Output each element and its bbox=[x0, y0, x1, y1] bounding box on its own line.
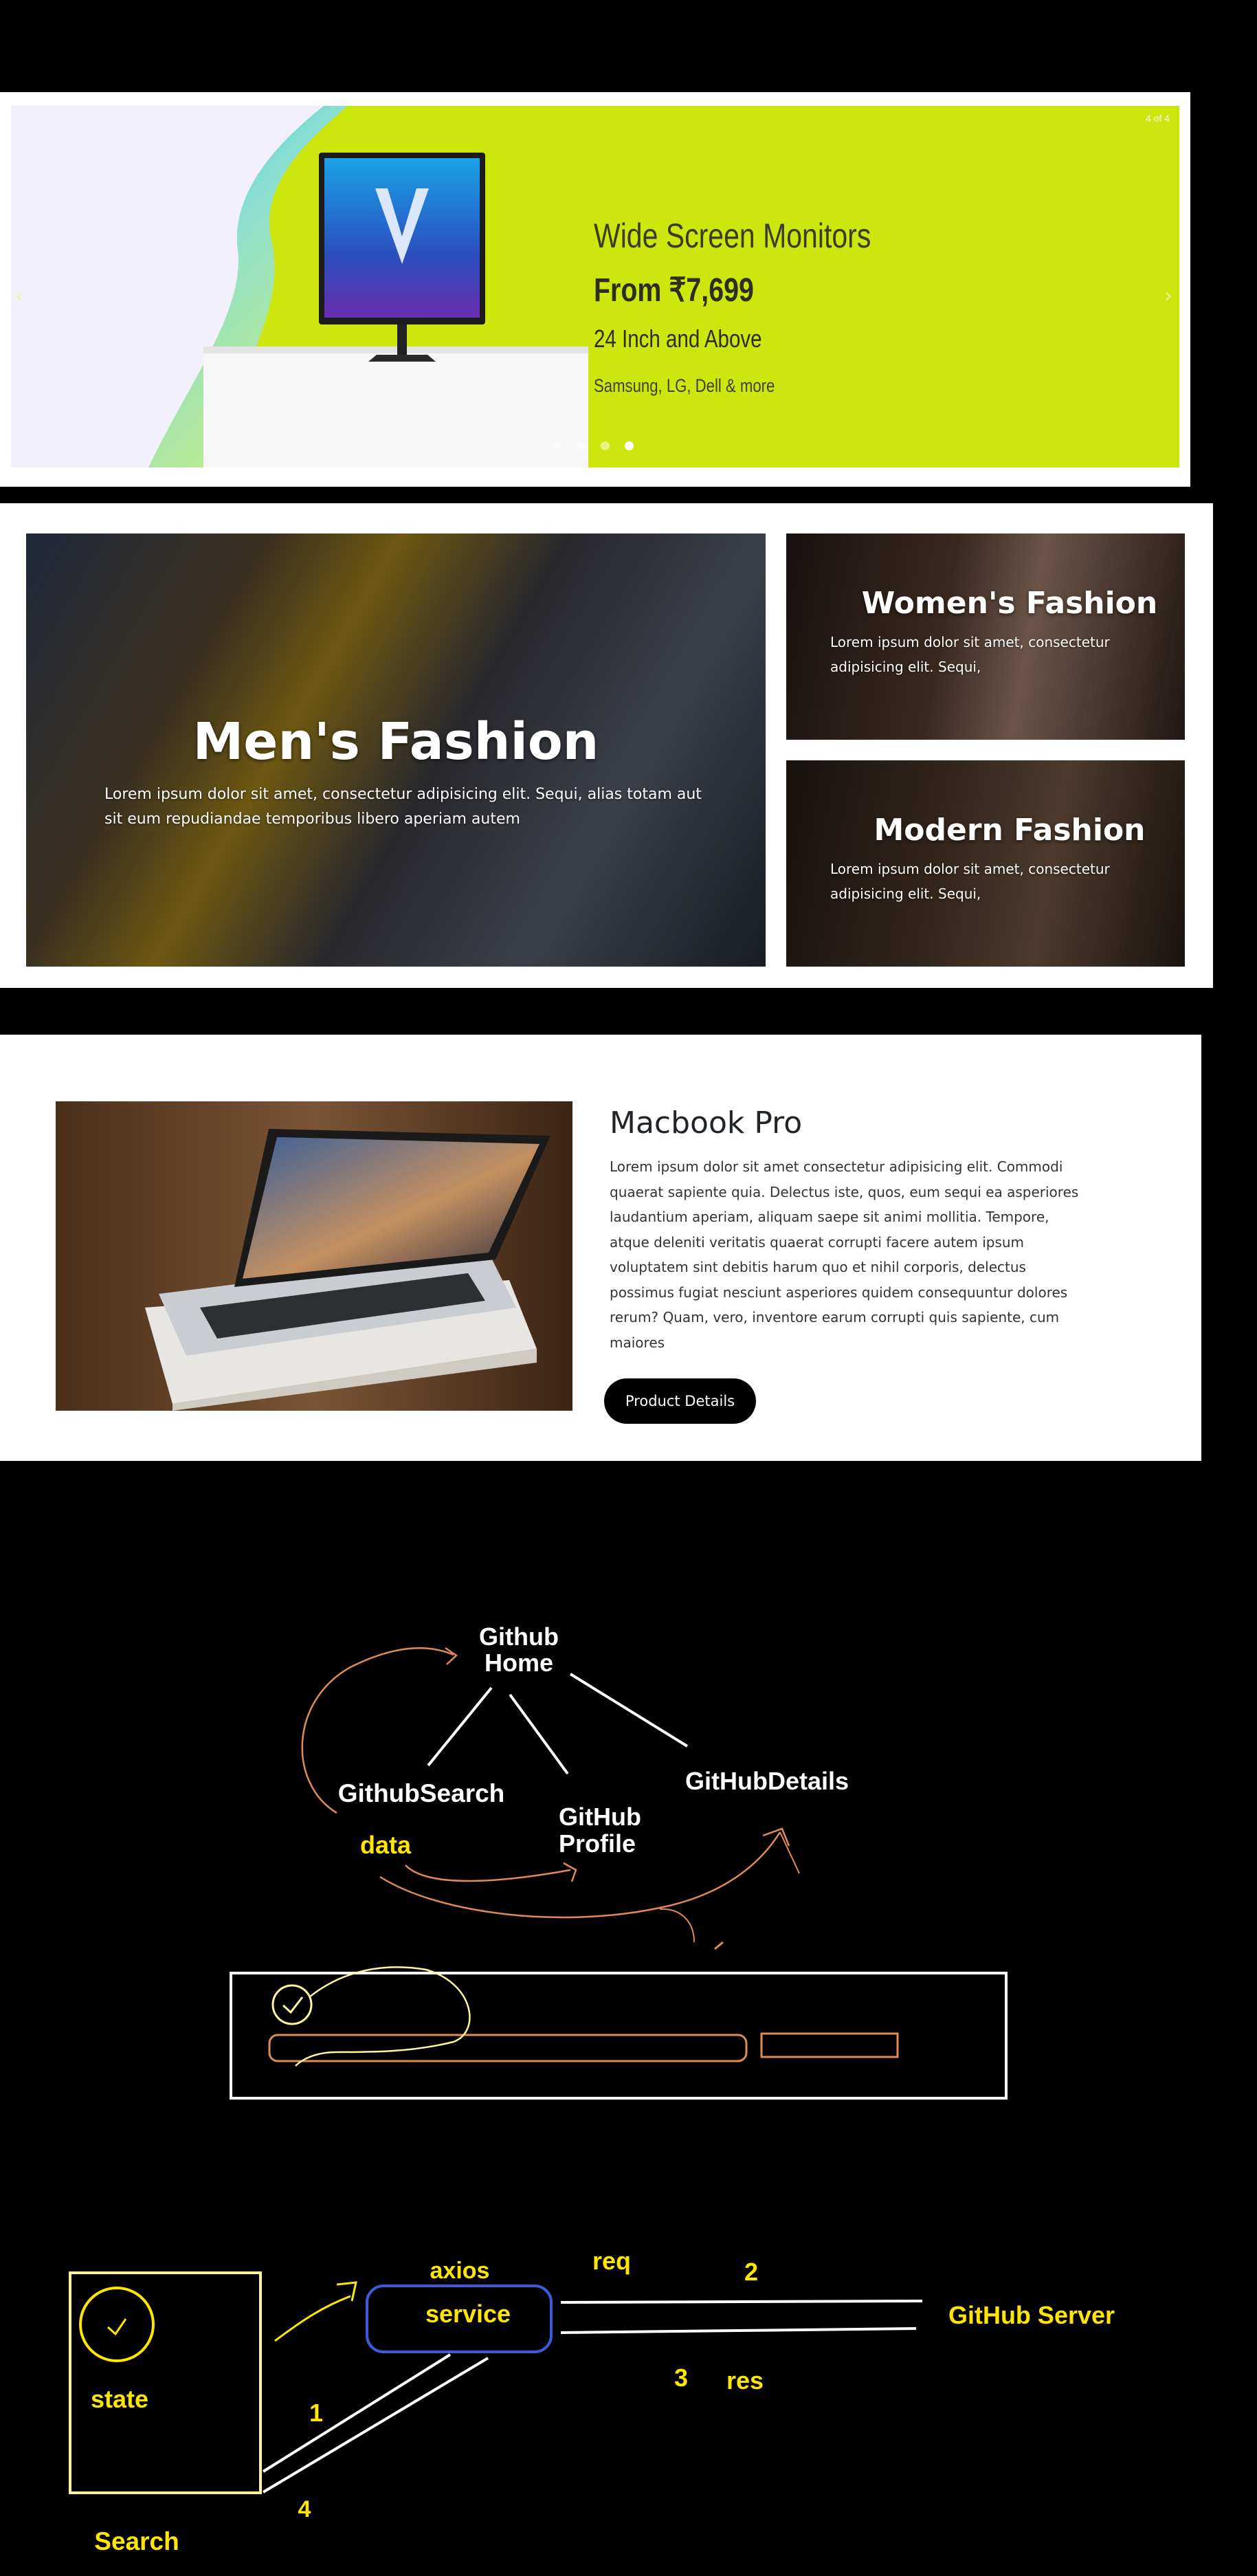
state-label: state bbox=[91, 2385, 148, 2413]
axios-label: axios bbox=[430, 2258, 490, 2284]
github-details-label: GitHubDetails bbox=[685, 1767, 849, 1795]
arrow-head bbox=[563, 1862, 577, 1882]
search-form-wireframe bbox=[230, 1966, 1008, 2100]
architecture-sketch: Github Home GithubSearch GitHub Profile … bbox=[69, 1622, 1115, 2555]
response-line bbox=[560, 2327, 917, 2334]
scribble bbox=[295, 1966, 471, 2067]
fashion-section: Men's Fashion Lorem ipsum dolor sit amet… bbox=[0, 503, 1213, 988]
service-label: service bbox=[425, 2300, 511, 2328]
product-card: Macbook Pro Lorem ipsum dolor sit amet c… bbox=[0, 1035, 1201, 1461]
womens-fashion-title: Women's Fashion bbox=[861, 586, 1158, 621]
laptop-illustration bbox=[56, 1101, 572, 1411]
womens-fashion-card[interactable]: Women's Fashion Lorem ipsum dolor sit am… bbox=[786, 533, 1185, 740]
github-home-label-line1: Github bbox=[479, 1622, 559, 1651]
macbook-image bbox=[56, 1101, 572, 1411]
product-description: Lorem ipsum dolor sit amet consectetur a… bbox=[610, 1158, 1079, 1351]
arrow-tail bbox=[714, 1941, 724, 1950]
check-icon bbox=[107, 2318, 127, 2336]
tree-edge bbox=[509, 1693, 569, 1775]
data-flow-arrow bbox=[405, 1864, 571, 1882]
modern-fashion-card[interactable]: Modern Fashion Lorem ipsum dolor sit ame… bbox=[786, 760, 1185, 967]
mens-fashion-desc: Lorem ipsum dolor sit amet, consectetur … bbox=[104, 786, 702, 828]
state-circle bbox=[79, 2287, 155, 2362]
call-line bbox=[262, 2353, 452, 2473]
arrow-head bbox=[445, 1647, 458, 1665]
carousel-slide[interactable]: Wide Screen Monitors From ₹7,699 24 Inch… bbox=[11, 106, 1179, 467]
arrow-tail bbox=[659, 1908, 695, 1943]
arrow-tail bbox=[779, 1831, 800, 1874]
github-profile-label-line1: GitHub bbox=[559, 1803, 641, 1831]
request-line bbox=[560, 2300, 923, 2304]
tree-edge bbox=[427, 1686, 493, 1767]
search-label: Search bbox=[94, 2527, 179, 2555]
component-tree-diagram: Github Home GithubSearch GitHub Profile … bbox=[301, 1622, 849, 1950]
github-profile-label-line2: Profile bbox=[559, 1829, 636, 1858]
step-1-label: 1 bbox=[309, 2399, 323, 2427]
mens-fashion-title: Men's Fashion bbox=[192, 712, 599, 771]
modern-fashion-title: Modern Fashion bbox=[874, 813, 1146, 848]
arrow-to-service bbox=[274, 2295, 351, 2342]
req-label: req bbox=[592, 2247, 631, 2275]
mens-fashion-card[interactable]: Men's Fashion Lorem ipsum dolor sit amet… bbox=[26, 533, 766, 967]
res-label: res bbox=[726, 2366, 764, 2395]
github-home-label-line2: Home bbox=[485, 1649, 553, 1677]
tree-edge bbox=[569, 1673, 689, 1748]
state-circle bbox=[271, 1984, 313, 2025]
step-4-label: 4 bbox=[298, 2496, 311, 2522]
step-2-label: 2 bbox=[744, 2258, 758, 2286]
slide-brands: Samsung, LG, Dell & more bbox=[594, 375, 775, 396]
modern-fashion-desc: Lorem ipsum dolor sit amet, consectetur … bbox=[830, 861, 1110, 902]
carousel-dot[interactable] bbox=[601, 441, 610, 450]
input-sketch bbox=[268, 2034, 748, 2062]
github-server-label: GitHub Server bbox=[948, 2301, 1115, 2329]
carousel-dot[interactable] bbox=[625, 441, 634, 450]
slide-counter: 4 of 4 bbox=[1145, 113, 1170, 124]
step-3-label: 3 bbox=[674, 2364, 688, 2392]
product-title: Macbook Pro bbox=[610, 1105, 803, 1141]
carousel: Wide Screen Monitors From ₹7,699 24 Inch… bbox=[0, 92, 1190, 487]
github-search-label: GithubSearch bbox=[338, 1779, 505, 1807]
slide-size: 24 Inch and Above bbox=[594, 324, 762, 353]
next-arrow-icon[interactable]: › bbox=[1164, 286, 1172, 307]
return-line bbox=[262, 2357, 489, 2494]
carousel-dot[interactable] bbox=[577, 441, 586, 450]
womens-fashion-desc: Lorem ipsum dolor sit amet, consectetur … bbox=[830, 634, 1110, 675]
search-component-box bbox=[69, 2271, 262, 2494]
slide-title: Wide Screen Monitors bbox=[594, 217, 871, 255]
data-label: data bbox=[360, 1831, 412, 1859]
carousel-indicators bbox=[553, 441, 634, 450]
button-sketch bbox=[760, 2032, 899, 2058]
previous-arrow-icon[interactable]: ‹ bbox=[15, 286, 23, 307]
carousel-dot[interactable] bbox=[553, 441, 561, 450]
check-icon bbox=[282, 1996, 304, 2014]
service-flow-diagram: state Search axios service req 2 3 res 1… bbox=[69, 2247, 1115, 2555]
product-details-button[interactable]: Product Details bbox=[604, 1378, 756, 1424]
slide-price: From ₹7,699 bbox=[594, 272, 754, 309]
